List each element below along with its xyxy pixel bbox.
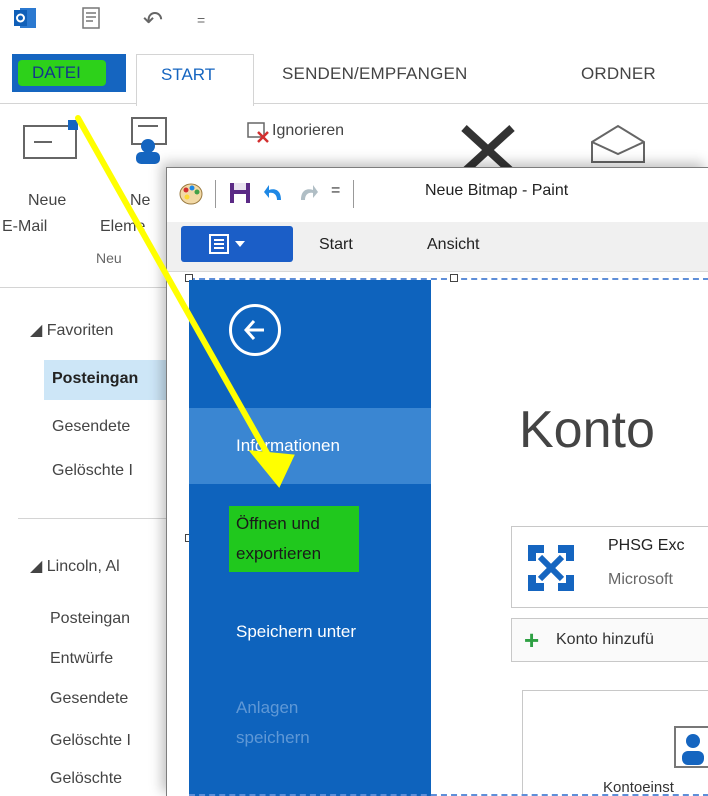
ignore-icon [247, 122, 269, 143]
customize-toolbar-icon[interactable]: = [197, 12, 205, 28]
tab-ordner[interactable]: ORDNER [581, 64, 656, 84]
quick-access-toolbar: ↶ = [0, 0, 708, 46]
backstage-panel: Informationen Öffnen und exportieren Spe… [189, 280, 431, 796]
back-button[interactable] [229, 304, 281, 356]
ribbon-tabs: DATEI START SENDEN/EMPFANGEN ORDNER [0, 52, 708, 106]
nav-acc-inbox[interactable]: Posteingan [50, 610, 130, 628]
backstage-item-info[interactable]: Informationen [189, 408, 431, 484]
page-heading: Konto [519, 401, 655, 459]
tab-datei-label: DATEI [32, 63, 81, 82]
ignore-button[interactable]: Ignorieren [272, 122, 344, 140]
tab-datei[interactable]: DATEI [12, 54, 126, 92]
new-items-label-1[interactable]: Ne [130, 192, 150, 210]
resize-handle[interactable] [450, 274, 458, 282]
nav-favorites-header[interactable]: ◢ Favoriten [30, 320, 113, 340]
exchange-icon [528, 545, 574, 591]
tab-senden-empfangen[interactable]: SENDEN/EMPFANGEN [282, 64, 468, 84]
account-settings-icon [674, 726, 708, 768]
add-account-label: Konto hinzufü [556, 631, 654, 648]
reply-icon[interactable] [588, 124, 648, 164]
backstage-open-export-line1[interactable]: Öffnen und [236, 510, 320, 538]
add-account-button[interactable]: + Konto hinzufü [511, 618, 708, 662]
nav-acc-deleted-2[interactable]: Gelöschte [50, 770, 122, 788]
nav-acc-drafts[interactable]: Entwürfe [50, 650, 113, 668]
back-arrow-icon [243, 320, 264, 340]
new-email-label-1[interactable]: Neue [28, 192, 66, 210]
paint-titlebar: = Neue Bitmap - Paint [167, 168, 708, 222]
account-type: Microsoft [608, 571, 673, 588]
paint-palette-icon [179, 183, 203, 205]
save-icon[interactable] [229, 182, 251, 204]
new-items-icon [131, 117, 167, 164]
paint-file-menu-button[interactable] [181, 226, 293, 262]
account-name: PHSG Exc [608, 537, 685, 554]
paint-tab-view[interactable]: Ansicht [427, 236, 479, 254]
tab-start[interactable]: START [136, 54, 254, 106]
backstage-save-as[interactable]: Speichern unter [236, 618, 356, 646]
nav-divider [18, 518, 168, 519]
tab-start-label: START [161, 65, 216, 84]
send-receive-icon[interactable] [80, 7, 102, 29]
paint-window: = Neue Bitmap - Paint Start Ansicht Info… [166, 167, 708, 796]
undo-arrow-icon[interactable] [263, 182, 285, 204]
new-items-label-2[interactable]: Eleme [100, 218, 145, 236]
account-card[interactable]: PHSG Exc Microsoft [511, 526, 708, 608]
nav-acc-deleted-1[interactable]: Gelöschte I [50, 732, 131, 750]
outlook-logo-icon [14, 8, 36, 28]
paint-window-title: Neue Bitmap - Paint [425, 182, 569, 199]
paint-menubar: Start Ansicht [167, 222, 708, 272]
new-email-label-2[interactable]: E-Mail [2, 218, 47, 236]
title-separator-2 [353, 180, 354, 208]
backstage-open-export-line2[interactable]: exportieren [236, 540, 321, 568]
plus-icon: + [524, 625, 540, 655]
new-email-icon [23, 120, 78, 159]
title-separator [215, 180, 216, 208]
account-settings-tile[interactable]: Kontoeinst [522, 690, 708, 796]
redo-arrow-icon[interactable] [297, 182, 319, 204]
nav-account-header[interactable]: ◢ Lincoln, Al [30, 556, 120, 576]
paint-qat-dropdown-icon[interactable]: = [331, 182, 340, 200]
backstage-save-attachments-line2: speichern [236, 728, 310, 747]
nav-acc-sent[interactable]: Gesendete [50, 690, 128, 708]
nav-fav-sent[interactable]: Gesendete [52, 418, 130, 436]
undo-icon[interactable]: ↶ [143, 6, 163, 34]
backstage-save-attachments-line1: Anlagen [236, 698, 299, 717]
nav-fav-inbox[interactable]: Posteingan [52, 370, 138, 388]
file-menu-icon [209, 234, 245, 254]
ribbon-group-neu: Neu [96, 250, 122, 266]
paint-tab-start[interactable]: Start [319, 236, 353, 254]
backstage-info-label: Informationen [236, 436, 340, 455]
nav-fav-deleted[interactable]: Gelöschte I [52, 462, 133, 480]
